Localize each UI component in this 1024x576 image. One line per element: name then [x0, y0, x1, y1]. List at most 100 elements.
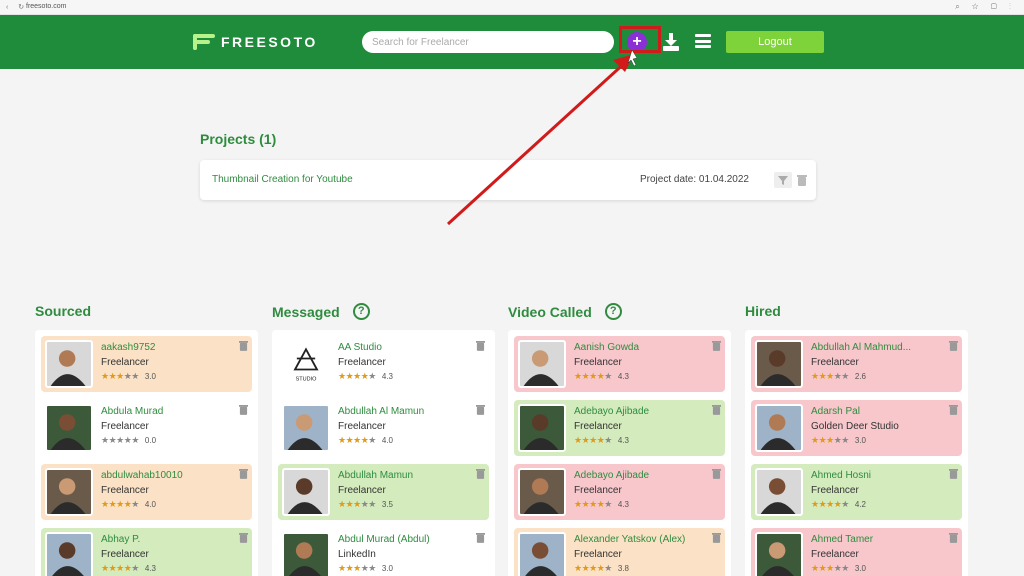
trash-icon[interactable] — [949, 404, 958, 415]
hamburger-menu-icon[interactable] — [695, 34, 711, 48]
rating-value: 4.0 — [144, 500, 156, 509]
freelancer-card[interactable]: Alexander Yatskov (Alex) Freelancer ★★★★★ 3… — [514, 528, 725, 576]
avatar[interactable] — [518, 404, 566, 452]
freelancer-name[interactable]: Abdullah Mamun — [338, 470, 413, 481]
rating-row: ★★★★★ 3.0 — [811, 435, 866, 446]
project-name[interactable]: Thumbnail Creation for Youtube — [212, 174, 353, 185]
freelancer-name[interactable]: Adebayo Ajibade — [574, 470, 649, 481]
freelancer-card[interactable]: aakash9752 Freelancer ★★★★★ 3.0 — [41, 336, 252, 392]
avatar[interactable] — [282, 532, 330, 576]
freelancer-card[interactable]: Abdul Murad (Abdul) LinkedIn ★★★★★ 3.0 — [278, 528, 489, 576]
avatar[interactable] — [755, 404, 803, 452]
browser-nav-icons[interactable]: ‹ ↻ — [6, 3, 28, 11]
avatar[interactable] — [755, 340, 803, 388]
trash-icon[interactable] — [239, 532, 248, 543]
freelancer-card[interactable]: Abdullah Mamun Freelancer ★★★★★ 3.5 — [278, 464, 489, 520]
freelancer-card[interactable]: Aanish Gowda Freelancer ★★★★★ 4.3 — [514, 336, 725, 392]
trash-icon[interactable] — [476, 340, 485, 351]
trash-icon[interactable] — [476, 532, 485, 543]
trash-icon[interactable] — [797, 174, 807, 186]
freelancer-name[interactable]: Ahmed Tamer — [811, 534, 873, 545]
freesoto-logo[interactable]: FREESOTO — [193, 32, 318, 52]
avatar[interactable] — [282, 404, 330, 452]
avatar[interactable] — [518, 340, 566, 388]
rating-row: ★★★★★ 4.3 — [574, 371, 629, 382]
rating-row: ★★★★★ 3.0 — [811, 563, 866, 574]
star-rating-icon: ★★★★★ — [101, 435, 139, 445]
rating-value: 0.0 — [144, 436, 157, 445]
trash-icon[interactable] — [949, 468, 958, 479]
browser-bar: ‹ ↻ freesoto.com ⌕ ☆ ▢ ⋮ — [0, 0, 1024, 15]
avatar[interactable] — [45, 468, 93, 516]
rating-value: 3.0 — [854, 436, 866, 445]
freelancer-name[interactable]: abdulwahab10010 — [101, 470, 183, 481]
trash-icon[interactable] — [239, 404, 248, 415]
filter-icon[interactable] — [774, 172, 792, 188]
freelancer-name[interactable]: Abdula Murad — [101, 406, 163, 417]
column-title-3: Hired — [745, 303, 781, 319]
freelancer-card[interactable]: Abdula Murad Freelancer ★★★★★ 0.0 — [41, 400, 252, 456]
freelancer-card[interactable]: Adarsh Pal Golden Deer Studio ★★★★★ 3.0 — [751, 400, 962, 456]
logout-button[interactable]: Logout — [726, 31, 824, 53]
trash-icon[interactable] — [476, 404, 485, 415]
freelancer-name[interactable]: Ahmed Hosni — [811, 470, 871, 481]
trash-icon[interactable] — [712, 404, 721, 415]
avatar[interactable] — [755, 468, 803, 516]
search-input[interactable] — [362, 31, 614, 53]
avatar[interactable] — [282, 468, 330, 516]
avatar[interactable] — [518, 532, 566, 576]
avatar[interactable]: STUDIO — [282, 340, 330, 388]
column-title-label: Sourced — [35, 303, 92, 319]
freelancer-card[interactable]: Adebayo Ajibade Freelancer ★★★★★ 4.3 — [514, 400, 725, 456]
freelancer-role: Freelancer — [101, 485, 149, 496]
avatar[interactable] — [45, 340, 93, 388]
star-rating-icon: ★★★★★ — [811, 563, 849, 573]
star-rating-icon: ★★★★★ — [338, 371, 376, 381]
star-rating-icon: ★★★★★ — [101, 563, 139, 573]
freelancer-role: Freelancer — [338, 485, 386, 496]
freelancer-name[interactable]: Adebayo Ajibade — [574, 406, 649, 417]
freelancer-name[interactable]: Abhay P. — [101, 534, 140, 545]
freelancer-name[interactable]: Abdullah Al Mahmud... — [811, 342, 911, 353]
avatar[interactable] — [755, 532, 803, 576]
browser-url[interactable]: freesoto.com — [26, 3, 66, 10]
project-row[interactable]: Thumbnail Creation for Youtube Project d… — [200, 160, 816, 200]
rating-row: ★★★★★ 3.0 — [101, 371, 156, 382]
download-icon[interactable] — [663, 33, 679, 51]
help-icon[interactable]: ? — [352, 303, 370, 320]
freelancer-card[interactable]: abdulwahab10010 Freelancer ★★★★★ 4.0 — [41, 464, 252, 520]
freelancer-role: Freelancer — [811, 357, 859, 368]
freelancer-name[interactable]: aakash9752 — [101, 342, 156, 353]
trash-icon[interactable] — [949, 532, 958, 543]
column-title-2: Video Called? — [508, 303, 622, 320]
freelancer-name[interactable]: Alexander Yatskov (Alex) — [574, 534, 685, 545]
trash-icon[interactable] — [949, 340, 958, 351]
freelancer-name[interactable]: Aanish Gowda — [574, 342, 639, 353]
freelancer-name[interactable]: AA Studio — [338, 342, 382, 353]
avatar[interactable] — [45, 404, 93, 452]
browser-actions-icons[interactable]: ⌕ ☆ ▢ ⋮ — [955, 2, 1016, 12]
trash-icon[interactable] — [476, 468, 485, 479]
freelancer-card[interactable]: Ahmed Hosni Freelancer ★★★★★ 4.2 — [751, 464, 962, 520]
freelancer-card[interactable]: Abdullah Al Mamun Freelancer ★★★★★ 4.0 — [278, 400, 489, 456]
freelancer-card[interactable]: STUDIO AA Studio Freelancer ★★★★★ 4.3 — [278, 336, 489, 392]
avatar[interactable] — [45, 532, 93, 576]
freelancer-name[interactable]: Abdullah Al Mamun — [338, 406, 424, 417]
freelancer-name[interactable]: Abdul Murad (Abdul) — [338, 534, 430, 545]
freelancer-name[interactable]: Adarsh Pal — [811, 406, 860, 417]
help-icon[interactable]: ? — [604, 303, 622, 320]
trash-icon[interactable] — [239, 468, 248, 479]
avatar[interactable] — [518, 468, 566, 516]
trash-icon[interactable] — [712, 340, 721, 351]
trash-icon[interactable] — [239, 340, 248, 351]
freelancer-card[interactable]: Ahmed Tamer Freelancer ★★★★★ 3.0 — [751, 528, 962, 576]
trash-icon[interactable] — [712, 532, 721, 543]
freelancer-card[interactable]: Abdullah Al Mahmud... Freelancer ★★★★★ 2.6 — [751, 336, 962, 392]
logo-mark-icon — [193, 33, 217, 51]
freelancer-card[interactable]: Abhay P. Freelancer ★★★★★ 4.3 — [41, 528, 252, 576]
trash-icon[interactable] — [712, 468, 721, 479]
project-date: Project date: 01.04.2022 — [640, 174, 749, 185]
star-rating-icon: ★★★★★ — [811, 371, 849, 381]
star-rating-icon: ★★★★★ — [811, 435, 849, 445]
freelancer-card[interactable]: Adebayo Ajibade Freelancer ★★★★★ 4.3 — [514, 464, 725, 520]
